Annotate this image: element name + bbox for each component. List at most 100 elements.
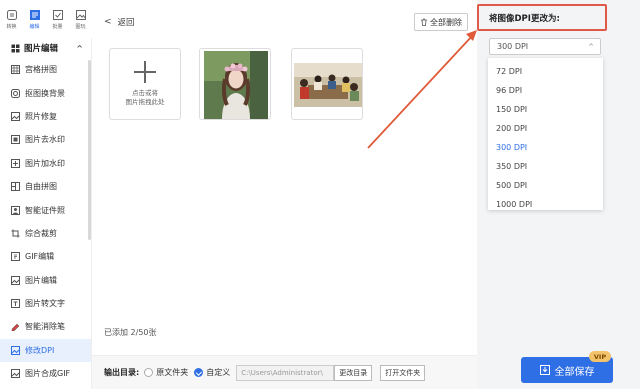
image-edit-icon [11, 275, 20, 285]
open-folder-button[interactable]: 打开文件夹 [380, 364, 426, 381]
radio-original[interactable] [144, 368, 154, 377]
trash-icon [421, 18, 427, 26]
top-nav-label: 转换 [6, 23, 17, 30]
top-nav-label: 图玩 [75, 23, 86, 30]
sidebar-item-modify-dpi[interactable]: 修改DPI [0, 338, 91, 363]
sidebar: 图片编辑 ^ 宫格拼图 抠图换背景 照片修复 图片去水印 图片加水印 自由拼图 … [0, 38, 92, 389]
portrait-photo [204, 51, 268, 119]
image-count: 已添加 2/50张 [104, 328, 157, 337]
vip-badge: VIP [589, 351, 611, 362]
crop-icon [11, 229, 20, 238]
sidebar-item-gif-edit[interactable]: GIF编辑 [0, 245, 91, 268]
sidebar-item-gif-compose[interactable]: 图片合成GIF [0, 362, 91, 385]
dpi-option[interactable]: 200 DPI [488, 119, 603, 138]
save-all-label: 全部保存 [554, 366, 595, 378]
dpi-title: 将图像DPI更改为: [477, 4, 607, 31]
edit-icon [29, 9, 40, 20]
sidebar-item-add-watermark[interactable]: 图片加水印 [0, 152, 91, 175]
gif-compose-icon [11, 369, 20, 379]
sidebar-item-cutout[interactable]: 抠图换背景 [0, 81, 91, 104]
sidebar-item-label: 智能证件照 [25, 205, 65, 215]
dpi-option[interactable]: 72 DPI [488, 62, 603, 81]
dpi-option[interactable]: 96 DPI [488, 81, 603, 100]
change-directory-button[interactable]: 更改目录 [334, 364, 373, 381]
top-nav-convert[interactable]: 转换 [0, 0, 23, 38]
dpi-option[interactable]: 350 DPI [488, 157, 603, 176]
sidebar-item-label: 综合裁剪 [25, 228, 57, 238]
main-panel: < 返回 全部删除 点击或将 图片拖拽此处 已添加 2/50张 输出目录: 原文… [92, 0, 477, 389]
sidebar-item-label: 图片编辑 [25, 275, 57, 285]
option-custom-label: 自定义 [206, 368, 231, 377]
add-watermark-icon [11, 158, 20, 168]
option-original-folder[interactable]: 原文件夹 [144, 367, 188, 378]
dpi-selected-value: 300 DPI [497, 42, 529, 51]
option-custom-folder[interactable]: 自定义 [194, 367, 230, 378]
save-icon [539, 365, 550, 375]
option-original-label: 原文件夹 [156, 368, 189, 377]
dpi-option[interactable]: 150 DPI [488, 100, 603, 119]
dpi-select[interactable]: 300 DPI ^ [489, 38, 601, 55]
top-nav-image[interactable]: 图玩 [69, 0, 92, 38]
back-button[interactable]: < 返回 [104, 16, 135, 28]
sidebar-item-ocr[interactable]: 图片转文字 [0, 292, 91, 315]
grid-section-icon [11, 44, 20, 53]
group-photo [294, 63, 362, 107]
chevron-up-icon: ^ [76, 43, 83, 53]
output-label: 输出目录: [104, 368, 140, 377]
sidebar-section-header[interactable]: 图片编辑 ^ [0, 38, 91, 58]
chevron-left-icon: < [104, 17, 112, 27]
add-image-hint: 点击或将 图片拖拽此处 [126, 89, 165, 107]
delete-all-label: 全部删除 [430, 17, 462, 27]
image-thumbnail-group[interactable] [291, 48, 363, 120]
id-photo-icon [11, 205, 20, 215]
sidebar-item-label: 智能消除笔 [25, 322, 65, 332]
chevron-up-icon: ^ [588, 42, 594, 51]
sidebar-item-label: 照片修复 [25, 111, 57, 121]
add-image-tile[interactable]: 点击或将 图片拖拽此处 [109, 48, 181, 120]
top-nav-batch[interactable]: 批量 [46, 0, 69, 38]
sidebar-section-title: 图片编辑 [24, 44, 59, 54]
image-icon [75, 9, 86, 20]
add-image-hint-line2: 图片拖拽此处 [125, 98, 165, 106]
sidebar-item-label: 图片合成GIF [25, 369, 71, 379]
dpi-option[interactable]: 500 DPI [488, 176, 603, 195]
delete-all-button[interactable]: 全部删除 [414, 13, 468, 31]
top-nav-label: 批量 [52, 23, 63, 30]
sidebar-scrollbar[interactable] [88, 60, 91, 240]
dpi-icon [11, 345, 20, 355]
sidebar-item-eraser[interactable]: 智能消除笔 [0, 315, 91, 338]
back-label: 返回 [117, 18, 135, 28]
convert-icon [6, 9, 17, 20]
grid-icon [11, 65, 20, 75]
sidebar-item-id-photo[interactable]: 智能证件照 [0, 198, 91, 221]
cutout-icon [11, 88, 20, 98]
sidebar-item-label: 图片去水印 [25, 135, 65, 145]
sidebar-item-photo-repair[interactable]: 照片修复 [0, 105, 91, 128]
output-path-field[interactable]: C:\Users\Administrator\ [236, 364, 335, 381]
sidebar-item-label: 图片转文字 [25, 299, 65, 309]
sidebar-item-remove-watermark[interactable]: 图片去水印 [0, 128, 91, 151]
top-nav-label: 编辑 [29, 23, 40, 30]
sidebar-item-label: 修改DPI [25, 345, 55, 355]
image-thumbnail-portrait[interactable] [199, 48, 271, 120]
sidebar-item-crop[interactable]: 综合裁剪 [0, 222, 91, 245]
repair-icon [11, 111, 20, 121]
dpi-dropdown: 72 DPI 96 DPI 150 DPI 200 DPI 300 DPI 35… [488, 58, 603, 210]
dpi-option[interactable]: 1000 DPI [488, 195, 603, 210]
dpi-option-selected[interactable]: 300 DPI [488, 138, 603, 157]
gif-icon [11, 252, 20, 262]
sidebar-item-image-edit[interactable]: 图片编辑 [0, 269, 91, 292]
eraser-icon [11, 322, 20, 332]
sidebar-item-grid-collage[interactable]: 宫格拼图 [0, 58, 91, 81]
output-bar: 输出目录: 原文件夹 自定义 C:\Users\Administrator\ 更… [92, 355, 477, 389]
remove-watermark-icon [11, 135, 20, 145]
top-nav: 转换 编辑 批量 图玩 [0, 0, 92, 38]
sidebar-item-label: 图片加水印 [25, 158, 65, 168]
collage-icon [11, 182, 20, 192]
sidebar-item-label: 抠图换背景 [25, 88, 65, 98]
radio-custom[interactable] [194, 368, 204, 377]
sidebar-item-free-collage[interactable]: 自由拼图 [0, 175, 91, 198]
top-nav-edit[interactable]: 编辑 [23, 0, 46, 38]
sidebar-item-label: 宫格拼图 [25, 65, 57, 75]
plus-icon [134, 61, 156, 83]
